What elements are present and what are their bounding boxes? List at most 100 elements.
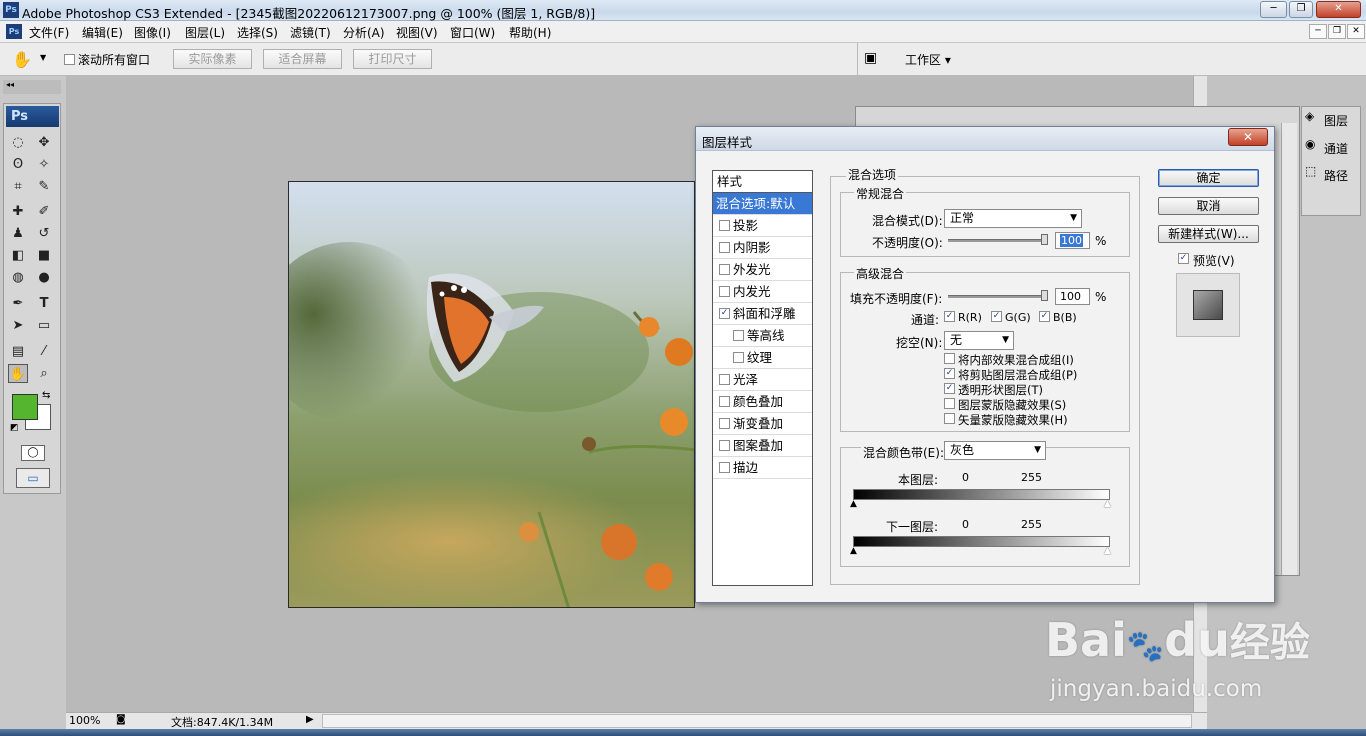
fill-opacity-slider-thumb[interactable]	[1041, 290, 1048, 301]
healing-brush-tool-icon[interactable]: ✚	[8, 202, 28, 221]
style-item-checkbox[interactable]	[719, 264, 730, 275]
fill-opacity-input[interactable]: 100	[1055, 288, 1090, 305]
move-tool-icon[interactable]: ✥	[34, 133, 54, 152]
bridge-icon[interactable]: ▣	[864, 50, 877, 66]
default-colors-icon[interactable]: ◩	[10, 423, 19, 433]
workspace-menu[interactable]: 工作区 ▾	[905, 51, 951, 68]
hand-tool-icon[interactable]: ✋	[12, 50, 32, 69]
preview-checkbox[interactable]: ✓	[1178, 253, 1189, 264]
screen-mode-icon[interactable]: ▭	[16, 468, 50, 488]
menu-help[interactable]: 帮助(H)	[509, 24, 551, 41]
style-item-checkbox[interactable]	[719, 286, 730, 297]
underlying-white-slider[interactable]: ▲	[1104, 546, 1111, 556]
zoom-tool-icon[interactable]: ⌕	[34, 364, 54, 383]
ok-button[interactable]: 确定	[1158, 169, 1259, 187]
advanced-option-checkbox[interactable]: ✓	[944, 383, 955, 394]
style-item-checkbox[interactable]	[733, 352, 744, 363]
blend-mode-select[interactable]: 正常 ▼	[944, 209, 1082, 228]
underlying-black-slider[interactable]: ▲	[850, 546, 857, 556]
toolbox-collapse[interactable]: ◂◂	[3, 80, 61, 94]
style-item[interactable]: 内阴影	[713, 237, 812, 259]
advanced-option-checkbox[interactable]	[944, 398, 955, 409]
style-item[interactable]: 描边	[713, 457, 812, 479]
hand-tool-icon[interactable]: ✋	[8, 364, 28, 383]
opacity-input[interactable]: 100	[1055, 232, 1090, 249]
minimize-button[interactable]: ─	[1260, 1, 1287, 18]
style-item-checkbox[interactable]	[733, 330, 744, 341]
dodge-tool-icon[interactable]: ●	[34, 268, 54, 287]
style-item[interactable]: 纹理	[713, 347, 812, 369]
menu-file[interactable]: 文件(F)	[29, 24, 69, 41]
print-size-button[interactable]: 打印尺寸	[353, 49, 432, 69]
menu-layer[interactable]: 图层(L)	[185, 24, 225, 41]
channels-dock-icon[interactable]: ◉	[1305, 137, 1315, 151]
type-tool-icon[interactable]: T	[34, 294, 54, 313]
fit-screen-button[interactable]: 适合屏幕	[263, 49, 342, 69]
style-item-checkbox[interactable]	[719, 242, 730, 253]
cancel-button[interactable]: 取消	[1158, 197, 1259, 215]
status-menu-arrow-icon[interactable]: ▶	[306, 714, 314, 725]
clone-stamp-tool-icon[interactable]: ♟	[8, 224, 28, 243]
maximize-button[interactable]: ❐	[1289, 1, 1313, 18]
advanced-option-checkbox[interactable]: ✓	[944, 368, 955, 379]
notes-tool-icon[interactable]: ▤	[8, 342, 28, 361]
style-item[interactable]: 颜色叠加	[713, 391, 812, 413]
menu-select[interactable]: 选择(S)	[237, 24, 278, 41]
style-item[interactable]: 混合选项:默认	[713, 193, 812, 215]
fill-opacity-slider[interactable]	[948, 295, 1048, 298]
slice-tool-icon[interactable]: ✎	[34, 177, 54, 196]
knockout-select[interactable]: 无 ▼	[944, 331, 1014, 350]
style-item[interactable]: 图案叠加	[713, 435, 812, 457]
scroll-all-checkbox[interactable]	[64, 54, 75, 65]
path-selection-tool-icon[interactable]: ➤	[8, 316, 28, 335]
this-layer-black-slider[interactable]: ▲	[850, 499, 857, 509]
style-item-checkbox[interactable]: ✓	[719, 308, 730, 319]
dock-tab-paths[interactable]: 路径	[1324, 167, 1348, 184]
style-item-checkbox[interactable]	[719, 374, 730, 385]
zoom-readout[interactable]: 100%	[69, 714, 100, 727]
menu-edit[interactable]: 编辑(E)	[82, 24, 123, 41]
style-item[interactable]: 外发光	[713, 259, 812, 281]
opacity-slider[interactable]	[948, 239, 1048, 242]
blend-if-select[interactable]: 灰色 ▼	[944, 441, 1046, 460]
style-item[interactable]: ✓ 斜面和浮雕	[713, 303, 812, 325]
pen-tool-icon[interactable]: ✒	[8, 294, 28, 313]
dialog-close-button[interactable]: ✕	[1228, 128, 1268, 146]
history-brush-tool-icon[interactable]: ↺	[34, 224, 54, 243]
style-item-checkbox[interactable]	[719, 440, 730, 451]
this-layer-white-slider[interactable]: ▲	[1104, 499, 1111, 509]
style-item[interactable]: 投影	[713, 215, 812, 237]
channel-r-checkbox[interactable]: ✓	[944, 311, 955, 322]
lasso-tool-icon[interactable]: ʘ	[8, 155, 28, 174]
paths-dock-icon[interactable]: ⬚	[1305, 164, 1316, 178]
eraser-tool-icon[interactable]: ◧	[8, 246, 28, 265]
doc-restore-button[interactable]: ❐	[1328, 24, 1346, 39]
opacity-slider-thumb[interactable]	[1041, 234, 1048, 245]
style-item-checkbox[interactable]	[719, 418, 730, 429]
dock-tab-layers[interactable]: 图层	[1324, 112, 1348, 129]
style-item-checkbox[interactable]	[719, 396, 730, 407]
blur-tool-icon[interactable]: ◍	[8, 268, 28, 287]
menu-filter[interactable]: 滤镜(T)	[290, 24, 331, 41]
advanced-option-checkbox[interactable]	[944, 353, 955, 364]
status-icon[interactable]: ◙	[116, 714, 126, 725]
menu-window[interactable]: 窗口(W)	[450, 24, 495, 41]
eyedropper-tool-icon[interactable]: ⁄	[34, 342, 54, 361]
advanced-option-checkbox[interactable]	[944, 413, 955, 424]
foreground-color-swatch[interactable]	[12, 394, 38, 420]
actual-pixels-button[interactable]: 实际像素	[173, 49, 252, 69]
menu-image[interactable]: 图像(I)	[134, 24, 171, 41]
style-item-checkbox[interactable]	[719, 220, 730, 231]
tool-preset-dropdown-icon[interactable]: ▼	[40, 53, 46, 62]
doc-close-button[interactable]: ✕	[1347, 24, 1365, 39]
menu-analysis[interactable]: 分析(A)	[343, 24, 385, 41]
canvas-image[interactable]	[288, 181, 695, 608]
brush-tool-icon[interactable]: ✐	[34, 202, 54, 221]
layers-panel-scrollbar[interactable]	[1281, 123, 1297, 575]
style-item[interactable]: 渐变叠加	[713, 413, 812, 435]
layers-dock-icon[interactable]: ◈	[1305, 109, 1314, 123]
quick-mask-icon[interactable]: ◯	[21, 445, 45, 461]
close-button[interactable]: ✕	[1316, 1, 1361, 18]
dock-tab-channels[interactable]: 通道	[1324, 140, 1348, 157]
menu-view[interactable]: 视图(V)	[396, 24, 438, 41]
